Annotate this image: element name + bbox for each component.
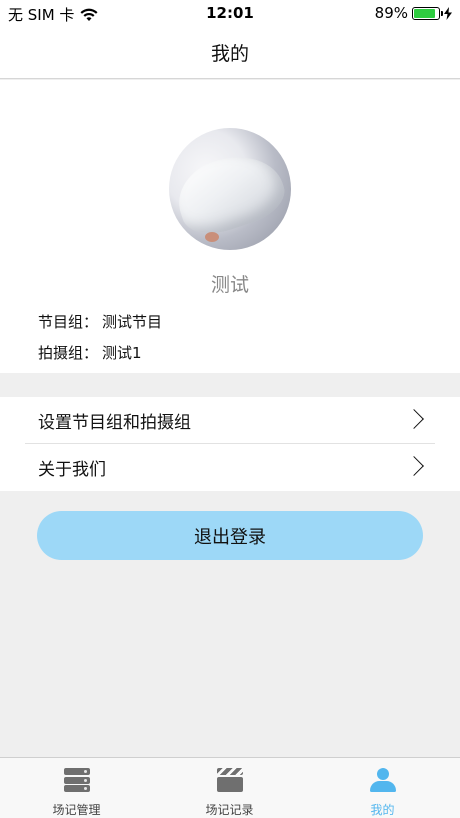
shooting-group-label: 拍摄组： xyxy=(38,344,99,362)
server-icon xyxy=(64,768,90,792)
menu-item-label: 设置节目组和拍摄组 xyxy=(38,412,191,433)
shooting-group-value: 测试1 xyxy=(102,344,142,362)
tab-bar: 场记管理 场记记录 我的 xyxy=(0,757,460,818)
chevron-right-icon xyxy=(404,409,424,429)
logout-button[interactable]: 退出登录 xyxy=(37,511,423,560)
settings-menu: 设置节目组和拍摄组 关于我们 xyxy=(0,397,460,491)
tab-label: 场记记录 xyxy=(205,803,254,817)
chevron-right-icon xyxy=(404,456,424,476)
nav-bar: 我的 xyxy=(0,26,460,79)
shooting-group-row: 拍摄组： 测试1 xyxy=(38,342,142,363)
battery-percent: 89% xyxy=(374,4,408,22)
avatar[interactable] xyxy=(169,128,291,250)
menu-item-about-us[interactable]: 关于我们 xyxy=(25,444,435,491)
tab-label: 场记管理 xyxy=(52,803,101,817)
tab-label: 我的 xyxy=(370,803,395,817)
clapperboard-icon xyxy=(217,768,243,792)
avatar-sneaker-image xyxy=(169,143,291,243)
status-bar: 无 SIM 卡 12:01 89% xyxy=(0,0,460,26)
menu-item-set-groups[interactable]: 设置节目组和拍摄组 xyxy=(25,397,435,444)
charging-bolt-icon xyxy=(444,6,452,20)
program-group-row: 节目组： 测试节目 xyxy=(38,311,162,332)
program-group-value: 测试节目 xyxy=(102,313,163,331)
avatar-detail xyxy=(205,232,219,242)
profile-section: 测试 节目组： 测试节目 拍摄组： 测试1 xyxy=(0,80,460,373)
status-right: 89% xyxy=(375,4,452,22)
tab-log-records[interactable]: 场记记录 xyxy=(153,758,306,818)
screen: 无 SIM 卡 12:01 89% 我的 测试 节目组： 测试节目 拍摄组： 测… xyxy=(0,0,460,818)
menu-item-label: 关于我们 xyxy=(38,460,106,480)
battery-level xyxy=(414,8,436,18)
user-icon xyxy=(370,768,396,792)
tab-log-management[interactable]: 场记管理 xyxy=(0,758,153,818)
tab-mine[interactable]: 我的 xyxy=(306,758,459,818)
battery-icon xyxy=(412,6,443,20)
program-group-label: 节目组： xyxy=(38,313,99,331)
page-title: 我的 xyxy=(210,42,249,65)
nickname: 测试 xyxy=(210,274,249,296)
